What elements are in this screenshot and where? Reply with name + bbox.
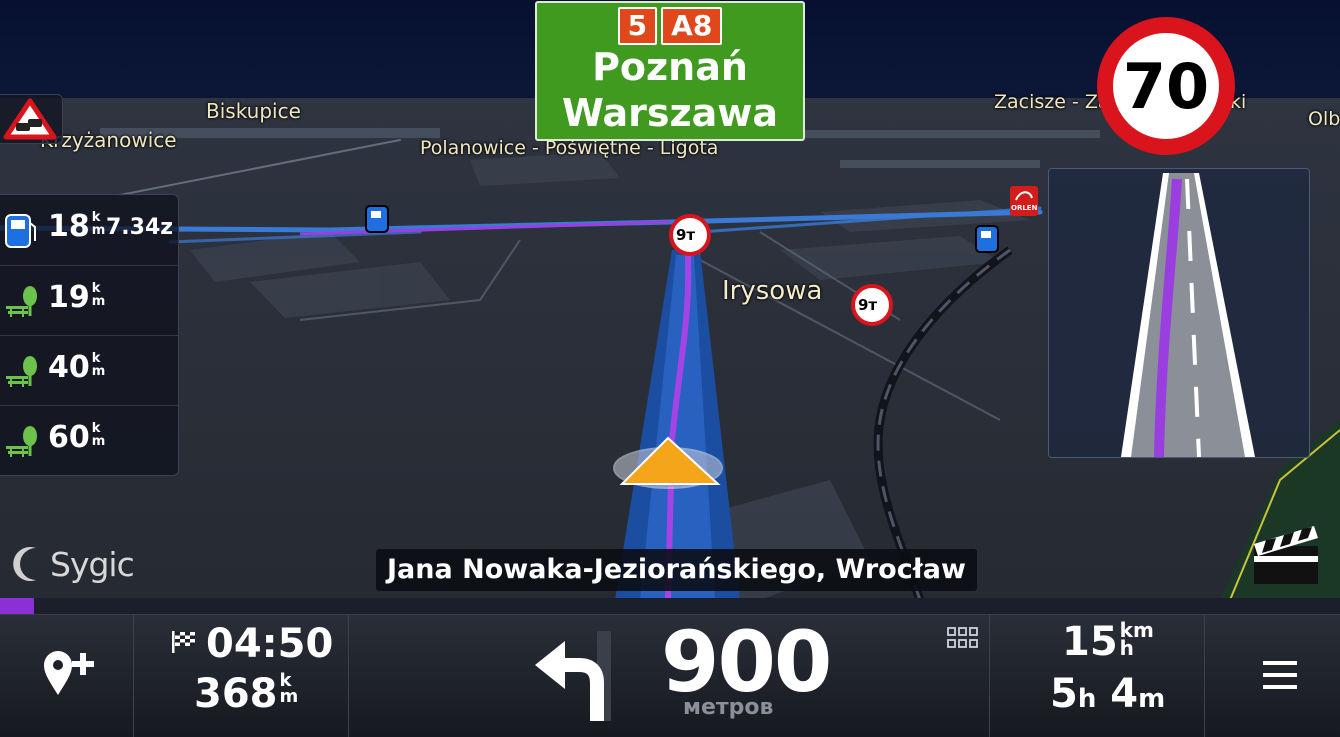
rest-area-icon bbox=[6, 426, 37, 457]
speed-limit-sign: 70 bbox=[1097, 17, 1235, 155]
duration-minutes: 4 bbox=[1110, 671, 1139, 717]
fuel-price: 7.34z bbox=[106, 215, 174, 240]
sygic-moon-icon bbox=[13, 547, 36, 581]
weight-limit-label-1: 9т bbox=[676, 226, 696, 244]
hours-unit: h bbox=[1077, 684, 1097, 714]
rest-area-icon bbox=[6, 286, 37, 317]
weight-limit-label-2: 9т bbox=[858, 296, 878, 314]
turn-left-arrow-icon bbox=[535, 631, 611, 721]
route-progress-bar bbox=[0, 598, 1340, 614]
speed-and-duration[interactable]: 15 km h 5h 4m bbox=[990, 615, 1205, 737]
poi-distance: 19 bbox=[48, 280, 90, 315]
lane-guidance-view bbox=[1048, 168, 1310, 458]
finish-flag-icon bbox=[172, 631, 195, 653]
turn-distance-unit: метров bbox=[683, 695, 774, 720]
grid-view-icon[interactable] bbox=[947, 627, 979, 649]
unit-bottom: m bbox=[91, 294, 106, 309]
poi-row-rest-area[interactable]: 60 k m bbox=[0, 405, 178, 476]
remaining-distance: 368 bbox=[194, 671, 278, 717]
fuel-icon bbox=[5, 214, 36, 248]
map-label-olb: Olb bbox=[1308, 108, 1340, 130]
map-label-street-irysowa: Irysowa bbox=[722, 276, 823, 306]
poi-row-fuel[interactable]: 18 k m 7.34z bbox=[0, 195, 178, 265]
unit-bottom: m bbox=[279, 686, 299, 707]
eta-and-distance[interactable]: 04:50 368 k m bbox=[134, 615, 349, 737]
route-progress-fill bbox=[0, 598, 34, 614]
bottom-info-bar: 04:50 368 k m 900 метров 15 km h 5h 4m bbox=[0, 613, 1340, 737]
sygic-logo: Sygic bbox=[12, 542, 135, 586]
logo-text: Sygic bbox=[50, 544, 135, 584]
poi-distance: 18 bbox=[48, 209, 90, 244]
next-turn-instruction[interactable]: 900 метров bbox=[349, 613, 990, 737]
poi-distance: 40 bbox=[48, 350, 90, 385]
orlen-label: ORLEN bbox=[1011, 204, 1038, 212]
rest-area-icon bbox=[6, 356, 37, 387]
minutes-unit: m bbox=[1138, 684, 1166, 714]
add-waypoint-button[interactable] bbox=[0, 615, 134, 737]
road-number-shield: 5 bbox=[617, 7, 658, 45]
map-label-biskupice: Biskupice bbox=[206, 99, 301, 123]
main-menu-button[interactable] bbox=[1205, 615, 1340, 737]
traffic-jam-icon bbox=[3, 98, 57, 140]
destination-warszawa: Warszawa bbox=[561, 91, 779, 135]
map-label-zacisze: Zacisze - Za bbox=[994, 91, 1110, 113]
hamburger-menu-icon bbox=[1263, 661, 1297, 689]
unit-bottom: m bbox=[91, 364, 106, 379]
unit-bottom: m bbox=[91, 434, 106, 449]
unit-bottom: m bbox=[91, 223, 106, 238]
destination-poznan: Poznań bbox=[592, 45, 748, 89]
current-speed: 15 bbox=[1062, 619, 1118, 665]
arrival-time: 04:50 bbox=[206, 621, 334, 667]
fuel-station-icon bbox=[365, 205, 389, 233]
road-number-shield: A8 bbox=[661, 7, 723, 45]
upcoming-poi-panel[interactable]: 18 k m 7.34z 19 k m 40 k m 60 k m bbox=[0, 194, 179, 476]
poi-row-rest-area[interactable]: 19 k m bbox=[0, 265, 178, 336]
add-location-pin-icon bbox=[44, 651, 94, 695]
poi-distance: 60 bbox=[48, 420, 90, 455]
poi-row-rest-area[interactable]: 40 k m bbox=[0, 335, 178, 406]
clapperboard-icon[interactable] bbox=[1250, 516, 1322, 586]
duration-hours: 5 bbox=[1050, 671, 1078, 717]
traffic-warning-button[interactable] bbox=[0, 94, 63, 144]
fuel-station-icon bbox=[975, 225, 999, 253]
lane-guidance-image bbox=[1121, 173, 1255, 457]
direction-road-sign: 5 A8 Poznań Warszawa bbox=[535, 1, 805, 141]
current-street-name: Jana Nowaka-Jeziorańskiego, Wrocław bbox=[376, 549, 977, 591]
